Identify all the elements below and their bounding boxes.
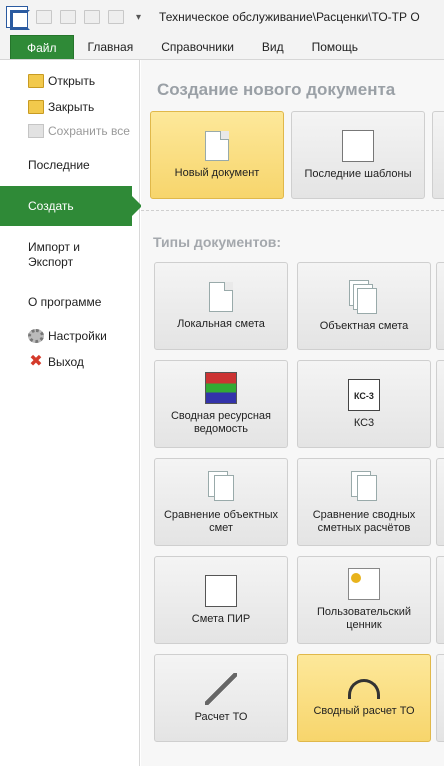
local-estimate-tile[interactable]: Локальная смета <box>154 262 288 350</box>
tile-cut-off[interactable] <box>436 556 444 644</box>
ks3-label: КС3 <box>353 416 375 429</box>
summary-to-calc-label: Сводный расчет ТО <box>313 704 415 717</box>
folder-close-icon <box>28 100 44 114</box>
price-list-icon <box>348 568 380 600</box>
custom-price-tile[interactable]: Пользовательский ценник <box>297 556 431 644</box>
tab-help[interactable]: Помощь <box>298 35 372 59</box>
exit-item[interactable]: ✖ Выход <box>0 349 140 375</box>
settings-label: Настройки <box>48 329 107 343</box>
dashboard-icon <box>348 678 380 699</box>
ks3-tile[interactable]: КС-3 КС3 <box>297 360 431 448</box>
templates-icon <box>342 129 374 162</box>
compare-summary-icon <box>349 469 379 503</box>
summary-to-calc-tile[interactable]: Сводный расчет ТО <box>297 654 431 742</box>
tab-view[interactable]: Вид <box>248 35 298 59</box>
exit-label: Выход <box>48 355 84 369</box>
import-export-item[interactable]: Импорт и Экспорт <box>0 240 110 270</box>
new-document-icon <box>205 130 229 161</box>
backstage-menu: Открыть Закрыть Сохранить все Последние … <box>0 60 142 766</box>
tab-file[interactable]: Файл <box>10 35 74 59</box>
app-logo-icon[interactable] <box>6 6 30 30</box>
to-calc-label: Расчет ТО <box>194 710 248 723</box>
create-item[interactable]: Создать <box>0 186 142 226</box>
compare-documents-icon <box>206 469 236 503</box>
create-panel: Создание нового документа Новый документ… <box>141 60 444 766</box>
recent-templates-label: Последние шаблоны <box>304 167 412 180</box>
open-folder-icon[interactable] <box>60 10 76 24</box>
compare-summary-label: Сравнение сводных сметных расчётов <box>312 509 416 534</box>
tile-cut-off[interactable] <box>436 458 444 546</box>
settings-item[interactable]: Настройки <box>0 323 140 349</box>
save-icon[interactable] <box>84 10 100 24</box>
close-item[interactable]: Закрыть <box>0 94 140 120</box>
new-file-icon[interactable] <box>36 10 52 24</box>
save-all-icon <box>28 124 44 138</box>
open-item[interactable]: Открыть <box>0 68 140 94</box>
create-label: Создать <box>28 199 74 213</box>
object-estimate-tile[interactable]: Объектная смета <box>297 262 431 350</box>
compare-summary-tile[interactable]: Сравнение сводных сметных расчётов <box>297 458 431 546</box>
open-label: Открыть <box>48 74 96 88</box>
qat-dropdown-icon[interactable]: ▾ <box>136 12 141 23</box>
object-estimate-label: Объектная смета <box>319 319 409 332</box>
recent-item[interactable]: Последние <box>0 158 90 172</box>
divider <box>141 210 444 211</box>
save-all-item[interactable]: Сохранить все <box>0 118 140 144</box>
save-all-label: Сохранить все <box>48 124 130 138</box>
compare-object-tile[interactable]: Сравнение объектных смет <box>154 458 288 546</box>
title-bar: ▾ Техническое обслуживание\Расценки\ТО-Т… <box>0 0 444 34</box>
document-stack-icon <box>349 279 379 314</box>
document-icon <box>209 281 233 312</box>
ruler-icon <box>205 672 237 705</box>
new-document-label: Новый документ <box>174 166 260 179</box>
ks3-icon: КС-3 <box>348 378 380 411</box>
custom-price-label: Пользовательский ценник <box>317 606 411 631</box>
tile-cut-off[interactable] <box>436 360 444 448</box>
tile-cut-off[interactable] <box>432 111 444 199</box>
ribbon-tabs: Файл Главная Справочники Вид Помощь <box>0 34 444 60</box>
pir-estimate-label: Смета ПИР <box>191 612 251 625</box>
tile-cut-off[interactable] <box>436 262 444 350</box>
blueprint-icon <box>205 574 237 607</box>
types-heading: Типы документов: <box>153 234 282 250</box>
recent-templates-tile[interactable]: Последние шаблоны <box>291 111 425 199</box>
exit-icon: ✖ <box>29 353 43 370</box>
summary-resource-tile[interactable]: Сводная ресурсная ведомость <box>154 360 288 448</box>
tab-references[interactable]: Справочники <box>147 35 248 59</box>
resource-chart-icon <box>205 372 237 404</box>
tile-cut-off[interactable] <box>436 654 444 742</box>
gear-icon <box>28 329 44 343</box>
window-title: Техническое обслуживание\Расценки\ТО-ТР … <box>159 10 420 24</box>
pir-estimate-tile[interactable]: Смета ПИР <box>154 556 288 644</box>
local-estimate-label: Локальная смета <box>177 317 265 330</box>
create-heading: Создание нового документа <box>157 80 396 99</box>
about-item[interactable]: О программе <box>0 295 101 309</box>
quick-access-toolbar: ▾ <box>36 10 141 24</box>
attach-icon[interactable] <box>108 10 124 24</box>
to-calc-tile[interactable]: Расчет ТО <box>154 654 288 742</box>
new-document-tile[interactable]: Новый документ <box>150 111 284 199</box>
close-label: Закрыть <box>48 100 95 114</box>
compare-object-label: Сравнение объектных смет <box>163 509 279 534</box>
summary-resource-label: Сводная ресурсная ведомость <box>170 410 272 435</box>
tab-home[interactable]: Главная <box>74 35 148 59</box>
folder-open-icon <box>28 74 44 88</box>
